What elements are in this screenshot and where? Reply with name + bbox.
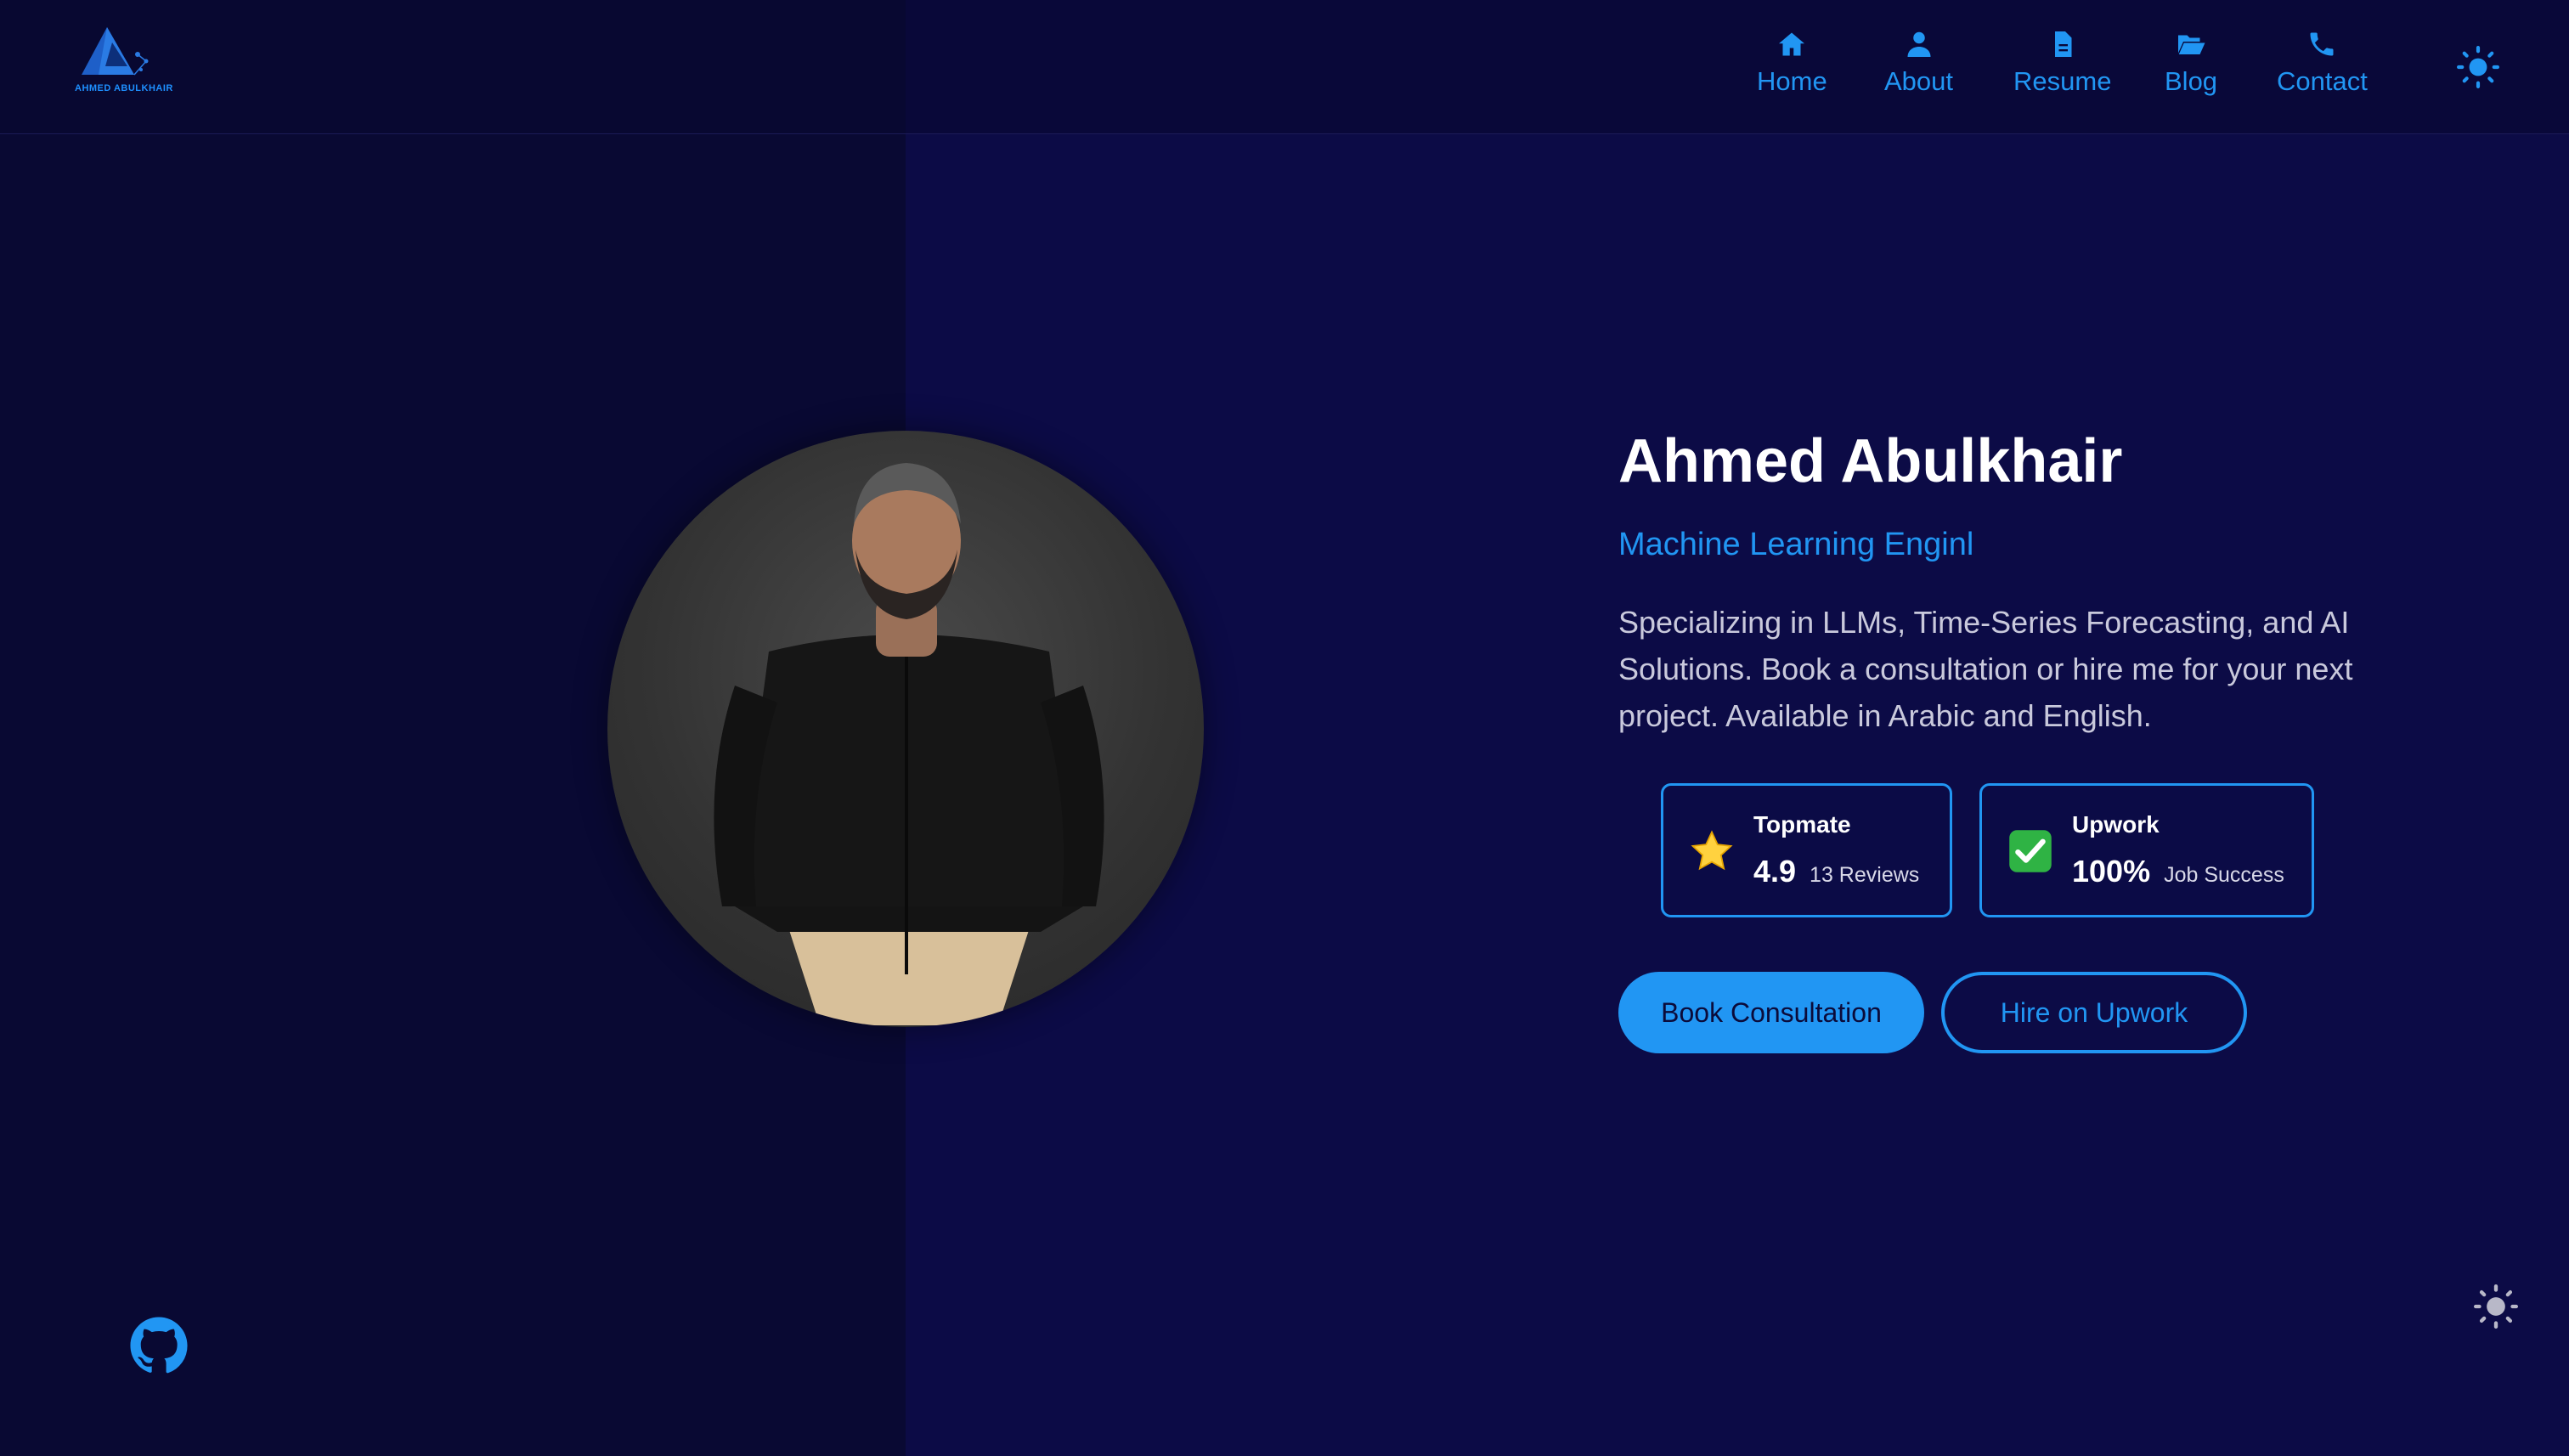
nav-label-about: About	[1884, 66, 1954, 96]
folder-open-icon	[2178, 35, 2205, 54]
logo-mark-icon	[82, 27, 149, 76]
nav-label-blog: Blog	[2165, 66, 2218, 96]
sun-icon	[2457, 46, 2499, 88]
stat-value: 4.9	[1753, 854, 1797, 889]
theme-toggle-top[interactable]	[2457, 46, 2499, 88]
nav-item-home[interactable]: Home	[1757, 29, 1827, 97]
stat-value: 100%	[2072, 854, 2151, 889]
document-icon	[2054, 31, 2072, 57]
stat-sub: 13 Reviews	[1810, 863, 1920, 887]
stat-row: 4.9 13 Reviews	[1753, 854, 1919, 889]
hero-text-block: Ahmed Abulkhair Machine Learning Enginl …	[1618, 425, 2383, 739]
stat-card-topmate[interactable]: Topmate 4.9 13 Reviews	[1661, 783, 1952, 917]
phone-icon	[2310, 32, 2334, 56]
nav-label-resume: Resume	[2013, 66, 2112, 96]
stat-platform: Upwork	[2072, 811, 2160, 838]
sun-icon	[2474, 1284, 2518, 1329]
stat-card-upwork[interactable]: Upwork 100% Job Success	[1979, 783, 2314, 917]
person-photo-illustration	[714, 463, 1104, 1025]
stat-row: 100% Job Success	[2072, 854, 2284, 889]
profile-photo	[607, 431, 1204, 1027]
user-icon	[1907, 31, 1930, 57]
nav-item-resume[interactable]: Resume	[2013, 29, 2111, 97]
nav-item-blog[interactable]: Blog	[2165, 29, 2217, 97]
github-icon	[130, 1317, 188, 1374]
nav-item-about[interactable]: About	[1884, 29, 1953, 97]
check-box-icon	[2009, 830, 2052, 872]
star-icon	[1691, 830, 1733, 871]
theme-toggle-bottom[interactable]	[2474, 1284, 2518, 1329]
hero-title: Machine Learning Enginl	[1618, 527, 1974, 563]
nav-item-contact[interactable]: Contact	[2277, 29, 2368, 97]
stat-platform: Topmate	[1753, 811, 1851, 838]
page: AHMED ABULKHAIR Home About Resume Blog C…	[0, 0, 2569, 1456]
stat-sub: Job Success	[2164, 863, 2284, 887]
home-icon	[1779, 32, 1805, 56]
site-header: AHMED ABULKHAIR Home About Resume Blog C…	[0, 0, 2569, 134]
hire-on-upwork-button[interactable]: Hire on Upwork	[1941, 972, 2247, 1053]
book-consultation-button[interactable]: Book Consultation	[1618, 972, 1924, 1053]
logo-text: AHMED ABULKHAIR	[75, 83, 173, 93]
github-link[interactable]	[129, 1316, 189, 1375]
site-logo[interactable]: AHMED ABULKHAIR	[75, 24, 173, 99]
nav-label-contact: Contact	[2277, 66, 2368, 96]
nav-label-home: Home	[1757, 66, 1827, 96]
hero-description: Specializing in LLMs, Time-Series Foreca…	[1618, 605, 2353, 734]
hero-name: Ahmed Abulkhair	[1618, 427, 2123, 495]
